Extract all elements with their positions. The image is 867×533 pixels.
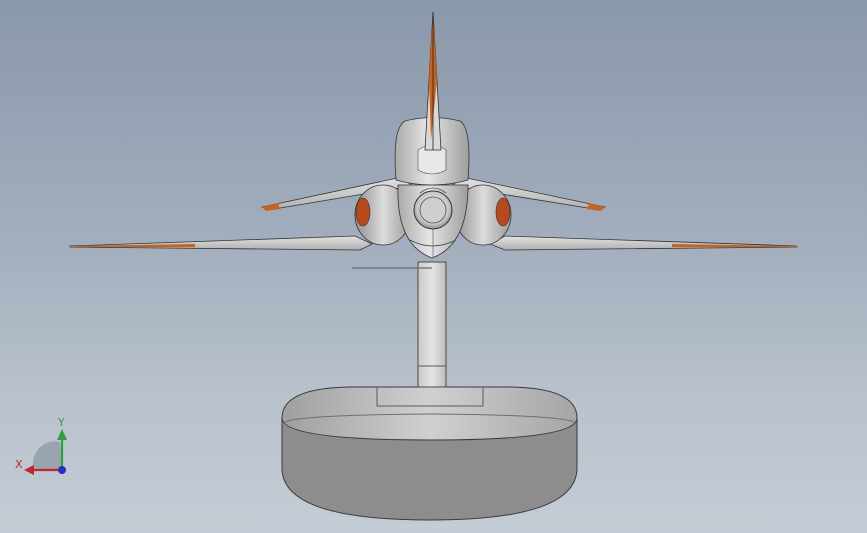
x-axis-label: X (15, 458, 23, 471)
y-axis-arrow (57, 429, 67, 440)
right-main-wing (489, 235, 798, 251)
aircraft-model (69, 11, 798, 259)
display-stand (281, 261, 578, 521)
y-axis-label: Y (57, 416, 65, 429)
stand-base-top (281, 386, 578, 441)
z-axis-point (58, 466, 66, 474)
triad-shadow (32, 441, 62, 470)
graphics-viewport[interactable]: Y X (0, 0, 867, 533)
x-axis-arrow (24, 465, 34, 475)
coordinate-triad: Y X (15, 416, 67, 475)
stand-post (417, 261, 447, 388)
left-main-wing (69, 235, 373, 251)
model-view[interactable] (0, 0, 867, 533)
